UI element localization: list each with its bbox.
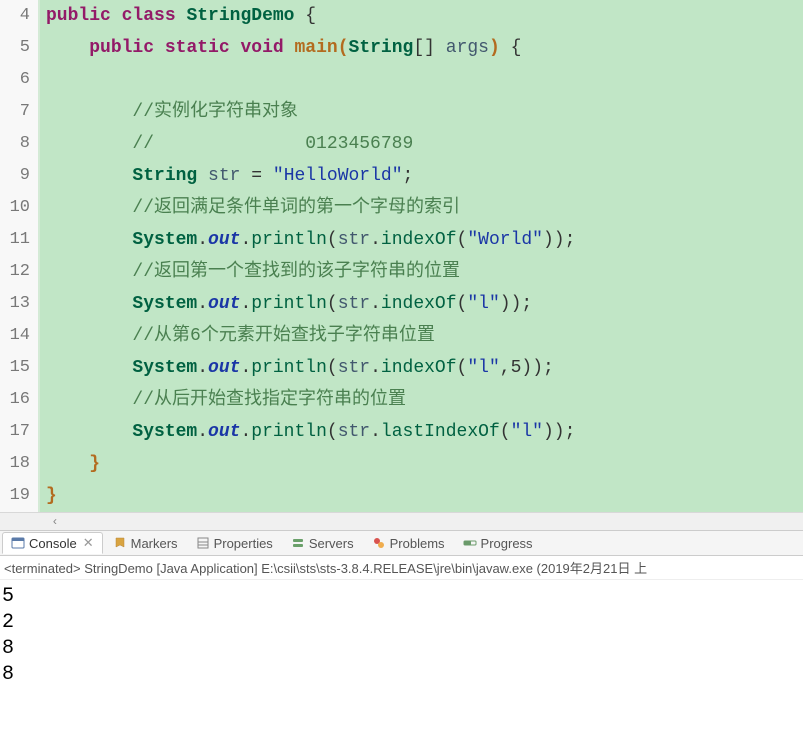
output-line: 2 xyxy=(2,610,801,636)
code-line[interactable]: //从后开始查找指定字符串的位置 xyxy=(40,384,803,416)
code-line[interactable]: //返回第一个查找到的该子字符串的位置 xyxy=(40,256,803,288)
tab-label: Problems xyxy=(390,536,445,551)
line-number: 14 xyxy=(0,320,40,352)
tab-servers[interactable]: Servers xyxy=(283,534,362,553)
console-output[interactable]: 5 2 8 8 xyxy=(0,580,803,692)
tab-label: Properties xyxy=(214,536,273,551)
line-number: 5 xyxy=(0,32,40,64)
code-line[interactable]: // 0123456789 xyxy=(40,128,803,160)
tab-label: Progress xyxy=(481,536,533,551)
progress-icon xyxy=(463,536,477,550)
bottom-tabs: Console ✕ Markers Properties Servers Pro… xyxy=(0,530,803,556)
code-line[interactable] xyxy=(40,64,803,96)
line-number: 7 xyxy=(0,96,40,128)
problems-icon xyxy=(372,536,386,550)
line-number: 19 xyxy=(0,480,40,512)
scroll-left-icon[interactable]: ‹ xyxy=(48,515,62,529)
tab-label: Markers xyxy=(131,536,178,551)
servers-icon xyxy=(291,536,305,550)
output-line: 8 xyxy=(2,636,801,662)
code-line[interactable]: //实例化字符串对象 xyxy=(40,96,803,128)
code-line[interactable]: String str = "HelloWorld"; xyxy=(40,160,803,192)
tab-progress[interactable]: Progress xyxy=(455,534,541,553)
line-number: 16 xyxy=(0,384,40,416)
markers-icon xyxy=(113,536,127,550)
line-number: 6 xyxy=(0,64,40,96)
code-line[interactable]: public class StringDemo { xyxy=(40,0,803,32)
tab-markers[interactable]: Markers xyxy=(105,534,186,553)
line-number: 8 xyxy=(0,128,40,160)
console-icon xyxy=(11,536,25,550)
output-line: 5 xyxy=(2,584,801,610)
line-number: 10 xyxy=(0,192,40,224)
code-line[interactable]: //从第6个元素开始查找子字符串位置 xyxy=(40,320,803,352)
line-number: 9 xyxy=(0,160,40,192)
code-line[interactable]: } xyxy=(40,448,803,480)
code-line[interactable]: System.out.println(str.indexOf("l")); xyxy=(40,288,803,320)
tab-console[interactable]: Console ✕ xyxy=(2,532,103,554)
tab-problems[interactable]: Problems xyxy=(364,534,453,553)
line-number: 17 xyxy=(0,416,40,448)
properties-icon xyxy=(196,536,210,550)
code-line[interactable]: //返回满足条件单词的第一个字母的索引 xyxy=(40,192,803,224)
line-number: 11 xyxy=(0,224,40,256)
output-line: 8 xyxy=(2,662,801,688)
tab-label: Servers xyxy=(309,536,354,551)
code-line[interactable]: } xyxy=(40,480,803,512)
line-number: 18 xyxy=(0,448,40,480)
code-editor[interactable]: 4 public class StringDemo { 5 public sta… xyxy=(0,0,803,512)
code-line[interactable]: public static void main(String[] args) { xyxy=(40,32,803,64)
line-number: 13 xyxy=(0,288,40,320)
tab-label: Console xyxy=(29,536,77,551)
horizontal-scrollbar[interactable]: ‹ xyxy=(0,512,803,530)
tab-properties[interactable]: Properties xyxy=(188,534,281,553)
code-line[interactable]: System.out.println(str.indexOf("l",5)); xyxy=(40,352,803,384)
termination-info: <terminated> StringDemo [Java Applicatio… xyxy=(0,556,803,580)
code-line[interactable]: System.out.println(str.lastIndexOf("l"))… xyxy=(40,416,803,448)
close-icon[interactable]: ✕ xyxy=(83,535,94,551)
code-line[interactable]: System.out.println(str.indexOf("World"))… xyxy=(40,224,803,256)
line-number: 4 xyxy=(0,0,40,32)
line-number: 15 xyxy=(0,352,40,384)
line-number: 12 xyxy=(0,256,40,288)
